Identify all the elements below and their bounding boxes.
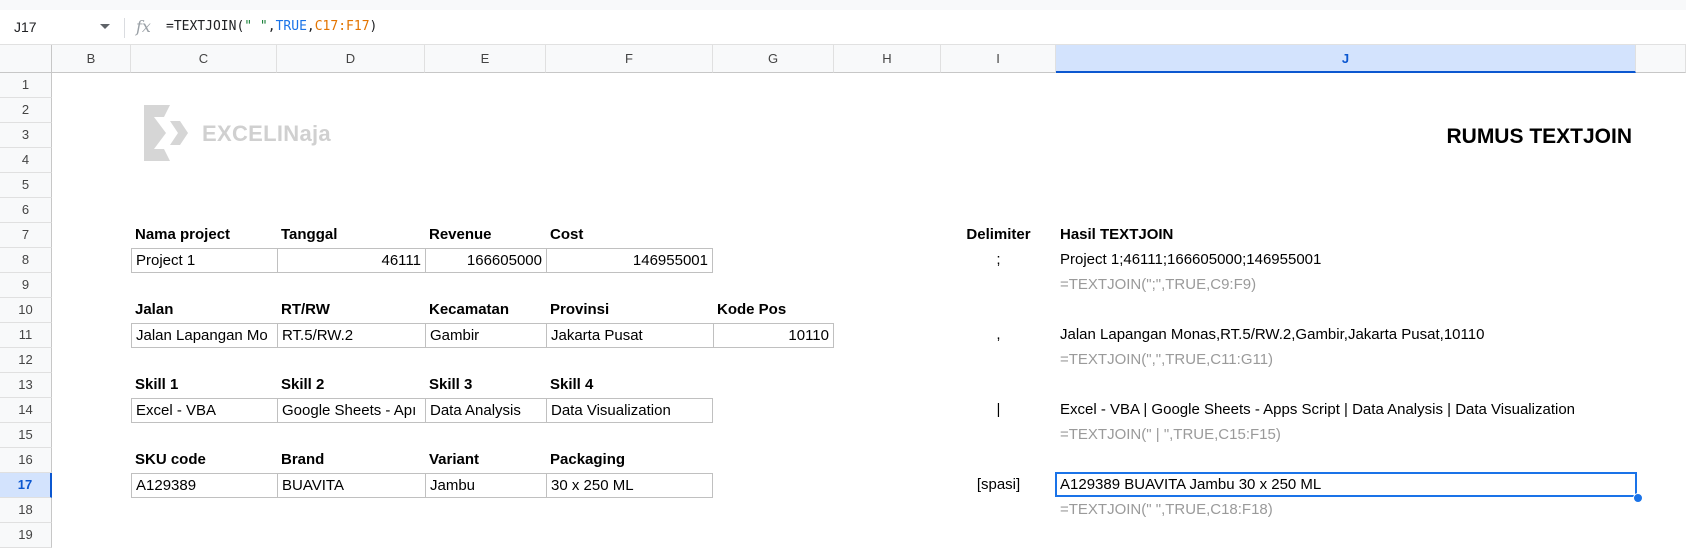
column-header-blank[interactable] xyxy=(1636,45,1686,73)
header-cell[interactable]: Cost xyxy=(546,223,713,247)
header-cell[interactable]: SKU code xyxy=(131,448,277,472)
header-cell[interactable]: RT/RW xyxy=(277,298,425,322)
formula-note-cell[interactable]: =TEXTJOIN(" ",TRUE,C18:F18) xyxy=(1056,498,1636,522)
fill-handle[interactable] xyxy=(1633,493,1643,503)
delimiter-cell[interactable]: , xyxy=(941,323,1056,347)
data-cell[interactable]: 146955001 xyxy=(546,248,713,273)
header-cell[interactable]: Nama project xyxy=(131,223,277,247)
result-cell[interactable]: Jalan Lapangan Monas,RT.5/RW.2,Gambir,Ja… xyxy=(1056,323,1636,347)
select-all-corner[interactable] xyxy=(0,45,52,73)
delimiter-cell[interactable]: ; xyxy=(941,248,1056,272)
formula-note-cell[interactable]: =TEXTJOIN(",",TRUE,C11:G11) xyxy=(1056,348,1636,372)
row-header[interactable]: 12 xyxy=(0,348,52,373)
column-header-j[interactable]: J xyxy=(1056,45,1636,73)
excelinaja-logo: EXCELINaja xyxy=(140,103,331,163)
header-cell[interactable]: Brand xyxy=(277,448,425,472)
row-header[interactable]: 7 xyxy=(0,223,52,248)
data-cell[interactable]: 46111 xyxy=(277,248,426,273)
header-cell[interactable]: Skill 4 xyxy=(546,373,713,397)
delimiter-cell[interactable]: | xyxy=(941,398,1056,422)
formula-range-arg: C17:F17 xyxy=(314,19,370,34)
formula-note-cell[interactable]: =TEXTJOIN(" | ",TRUE,C15:F15) xyxy=(1056,423,1636,447)
result-header[interactable]: Hasil TEXTJOIN xyxy=(1056,223,1636,247)
data-cell[interactable]: BUAVITA xyxy=(277,473,426,498)
formula-bool-arg: TRUE xyxy=(275,19,307,34)
formula-suffix: ) xyxy=(369,19,378,34)
formula-note-cell[interactable]: =TEXTJOIN(";",TRUE,C9:F9) xyxy=(1056,273,1636,297)
data-cell[interactable]: Data Visualization xyxy=(546,398,713,423)
column-header-g[interactable]: G xyxy=(713,45,834,73)
header-cell[interactable]: Packaging xyxy=(546,448,713,472)
header-cell[interactable]: Jalan xyxy=(131,298,277,322)
column-header-d[interactable]: D xyxy=(277,45,425,73)
formula-comma: , xyxy=(267,19,276,34)
data-cell[interactable]: Project 1 xyxy=(131,248,278,273)
top-strip xyxy=(0,0,1686,10)
row-header[interactable]: 18 xyxy=(0,498,52,523)
row-header[interactable]: 3 xyxy=(0,123,52,148)
formula-prefix: =TEXTJOIN( xyxy=(166,19,245,34)
data-cell[interactable]: RT.5/RW.2 xyxy=(277,323,426,348)
column-header-i[interactable]: I xyxy=(941,45,1056,73)
row-header[interactable]: 16 xyxy=(0,448,52,473)
row-header[interactable]: 5 xyxy=(0,173,52,198)
delimiter-cell[interactable]: [spasi] xyxy=(941,473,1056,497)
name-box[interactable]: J17 xyxy=(14,16,100,38)
column-header-f[interactable]: F xyxy=(546,45,713,73)
row-header[interactable]: 8 xyxy=(0,248,52,273)
row-header[interactable]: 15 xyxy=(0,423,52,448)
page-title: RUMUS TEXTJOIN xyxy=(1446,125,1632,148)
row-header[interactable]: 9 xyxy=(0,273,52,298)
result-cell[interactable]: Excel - VBA | Google Sheets - Apps Scrip… xyxy=(1056,398,1686,422)
header-cell[interactable]: Skill 1 xyxy=(131,373,277,397)
header-cell[interactable]: Revenue xyxy=(425,223,546,247)
header-cell[interactable]: Provinsi xyxy=(546,298,713,322)
data-cell[interactable]: 30 x 250 ML xyxy=(546,473,713,498)
result-cell[interactable]: Project 1;46111;166605000;146955001 xyxy=(1056,248,1636,272)
row-header[interactable]: 14 xyxy=(0,398,52,423)
column-header-c[interactable]: C xyxy=(131,45,277,73)
column-header-e[interactable]: E xyxy=(425,45,546,73)
chevron-down-icon[interactable] xyxy=(100,24,110,29)
column-header-h[interactable]: H xyxy=(834,45,941,73)
header-cell[interactable]: Tanggal xyxy=(277,223,425,247)
fx-icon: fx xyxy=(136,17,151,36)
row-header[interactable]: 4 xyxy=(0,148,52,173)
data-cell[interactable]: Jambu xyxy=(425,473,547,498)
formula-input[interactable]: =TEXTJOIN(" ",TRUE,C17:F17) xyxy=(166,16,377,38)
data-cell[interactable]: Jalan Lapangan Mo xyxy=(131,323,278,348)
data-cell[interactable]: Gambir xyxy=(425,323,547,348)
header-cell[interactable]: Kode Pos xyxy=(713,298,834,322)
formula-bar-divider xyxy=(124,18,125,38)
data-cell[interactable]: 10110 xyxy=(713,323,834,348)
delimiter-header[interactable]: Delimiter xyxy=(941,223,1056,247)
header-cell[interactable]: Kecamatan xyxy=(425,298,546,322)
column-header-b[interactable]: B xyxy=(52,45,131,73)
logo-mark-icon xyxy=(144,105,188,161)
row-header[interactable]: 11 xyxy=(0,323,52,348)
data-cell[interactable]: 166605000 xyxy=(425,248,547,273)
result-cell-selected[interactable]: A129389 BUAVITA Jambu 30 x 250 ML xyxy=(1056,473,1636,497)
header-cell[interactable]: Skill 2 xyxy=(277,373,425,397)
logo-text: EXCELINaja xyxy=(202,121,331,146)
row-header[interactable]: 2 xyxy=(0,98,52,123)
row-header[interactable]: 10 xyxy=(0,298,52,323)
row-header[interactable]: 6 xyxy=(0,198,52,223)
row-header[interactable]: 13 xyxy=(0,373,52,398)
row-header[interactable]: 1 xyxy=(0,73,52,98)
data-cell[interactable]: Google Sheets - Apı xyxy=(277,398,426,423)
header-cell[interactable]: Skill 3 xyxy=(425,373,546,397)
data-cell[interactable]: Data Analysis xyxy=(425,398,547,423)
data-cell[interactable]: A129389 xyxy=(131,473,278,498)
formula-comma: , xyxy=(306,19,315,34)
data-cell[interactable]: Jakarta Pusat xyxy=(546,323,714,348)
formula-bar: J17 fx =TEXTJOIN(" ",TRUE,C17:F17) xyxy=(0,10,1686,45)
formula-string-arg: " " xyxy=(244,19,268,34)
data-cell[interactable]: Excel - VBA xyxy=(131,398,278,423)
row-header[interactable]: 19 xyxy=(0,523,52,548)
header-cell[interactable]: Variant xyxy=(425,448,546,472)
row-header[interactable]: 17 xyxy=(0,473,52,498)
